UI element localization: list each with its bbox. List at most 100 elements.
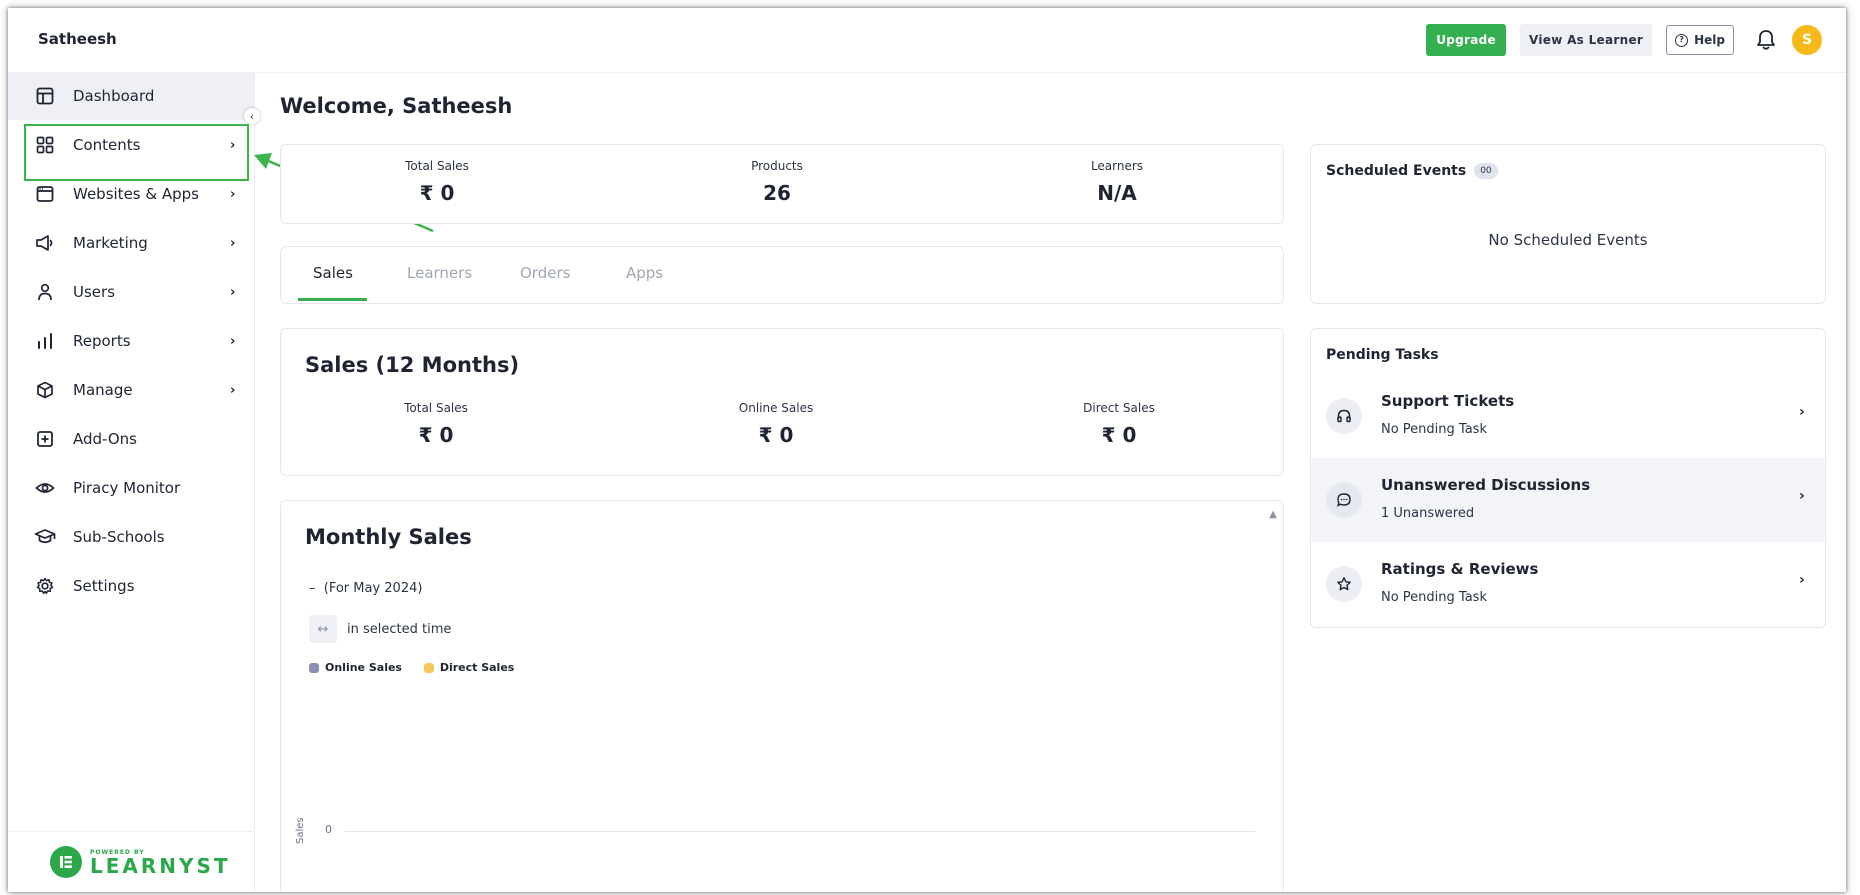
chevron-right-icon: › <box>1799 488 1805 504</box>
browser-window-icon <box>34 183 56 205</box>
stat-label: Products <box>751 159 803 173</box>
collapse-sidebar-button[interactable]: ‹ <box>244 108 260 124</box>
sidebar-item-label: Settings <box>73 577 135 595</box>
pending-tasks-title: Pending Tasks <box>1326 347 1439 363</box>
bar-chart-icon <box>34 330 56 352</box>
chevron-right-icon: › <box>230 235 236 251</box>
task-unanswered-discussions[interactable]: Unanswered Discussions 1 Unanswered › <box>1311 458 1825 542</box>
learnyst-wordmark: LEARNYST <box>90 853 231 878</box>
sidebar-item-settings[interactable]: Settings <box>8 562 254 610</box>
chart-legend: Online Sales Direct Sales <box>309 661 514 674</box>
scroll-up-icon[interactable]: ▲ <box>1269 509 1277 520</box>
page-title: Welcome, Satheesh <box>280 94 513 118</box>
legend-online-sales[interactable]: Online Sales <box>309 661 402 674</box>
sidebar-item-label: Manage <box>73 381 133 399</box>
sidebar-item-label: Add-Ons <box>73 430 137 448</box>
y-axis-label: Sales <box>295 817 306 844</box>
stat-value: ₹ 0 <box>758 423 794 447</box>
help-button[interactable]: ? Help <box>1666 25 1734 55</box>
sidebar: Dashboard Contents › Websites & Apps › M… <box>8 72 255 892</box>
graduation-cap-icon <box>34 526 56 548</box>
task-title: Support Tickets <box>1381 392 1515 410</box>
period-dash: – <box>309 581 316 596</box>
bell-icon[interactable] <box>1754 28 1778 52</box>
star-icon <box>1326 566 1362 602</box>
legend-direct-sales[interactable]: Direct Sales <box>423 661 514 674</box>
view-as-learner-button[interactable]: View As Learner <box>1520 24 1653 56</box>
selected-time-row: ↔ in selected time <box>309 615 451 643</box>
chat-bubble-icon <box>1326 482 1362 518</box>
tabs-bar: Sales Learners Orders Apps <box>280 246 1284 304</box>
question-circle-icon: ? <box>1675 33 1689 47</box>
avatar[interactable]: S <box>1792 25 1822 55</box>
sidebar-item-add-ons[interactable]: Add-Ons <box>8 415 254 463</box>
summary-total-sales: Total Sales ₹ 0 <box>337 159 537 205</box>
stat-label: Online Sales <box>738 401 814 415</box>
sidebar-item-sub-schools[interactable]: Sub-Schools <box>8 513 254 561</box>
stat-label: Total Sales <box>404 401 468 415</box>
tab-learners[interactable]: Learners <box>407 264 472 282</box>
header-actions: Upgrade View As Learner ? Help S <box>1426 24 1822 56</box>
sidebar-item-marketing[interactable]: Marketing › <box>8 219 254 267</box>
cube-icon <box>34 379 56 401</box>
sales-card-title: Sales (12 Months) <box>305 353 520 377</box>
stat-label: Learners <box>1090 159 1144 173</box>
period-label: – (For May 2024) <box>309 581 422 596</box>
sidebar-item-reports[interactable]: Reports › <box>8 317 254 365</box>
sales-12-months-card: Sales (12 Months) Total Sales ₹ 0 Online… <box>280 328 1284 476</box>
monthly-sales-title: Monthly Sales <box>305 525 472 549</box>
help-label: Help <box>1694 33 1725 47</box>
upgrade-button[interactable]: Upgrade <box>1426 24 1506 56</box>
app-window: Satheesh Upgrade View As Learner ? Help … <box>8 8 1846 892</box>
sidebar-item-label: Piracy Monitor <box>73 479 181 497</box>
task-status: 1 Unanswered <box>1381 506 1475 521</box>
learnyst-mark-icon <box>50 846 82 878</box>
events-count-badge: 00 <box>1474 163 1498 179</box>
sidebar-item-label: Marketing <box>73 234 148 252</box>
stat-value: N/A <box>1097 181 1137 205</box>
task-status: No Pending Task <box>1381 590 1487 605</box>
chevron-right-icon: › <box>1799 572 1805 588</box>
dashboard-icon <box>34 85 56 107</box>
sidebar-item-label: Reports <box>73 332 131 350</box>
sidebar-item-dashboard[interactable]: Dashboard <box>8 72 254 120</box>
sidebar-item-manage[interactable]: Manage › <box>8 366 254 414</box>
stat-label: Direct Sales <box>1083 401 1155 415</box>
y-tick-label: 0 <box>325 823 332 836</box>
task-support-tickets[interactable]: Support Tickets No Pending Task › <box>1311 374 1825 458</box>
sales-direct: Direct Sales ₹ 0 <box>1019 401 1219 447</box>
user-icon <box>34 281 56 303</box>
megaphone-icon <box>34 232 56 254</box>
chevron-right-icon: › <box>230 186 236 202</box>
headphones-icon <box>1326 398 1362 434</box>
eye-icon <box>34 477 56 499</box>
active-tab-indicator <box>298 298 367 301</box>
task-status: No Pending Task <box>1381 422 1487 437</box>
task-ratings-reviews[interactable]: Ratings & Reviews No Pending Task › <box>1311 542 1825 626</box>
stat-value: ₹ 0 <box>418 423 454 447</box>
highlight-box <box>24 124 249 181</box>
sidebar-item-piracy-monitor[interactable]: Piracy Monitor <box>8 464 254 512</box>
stat-label: Total Sales <box>405 159 469 173</box>
plus-box-icon <box>34 428 56 450</box>
chevron-right-icon: › <box>230 382 236 398</box>
sidebar-item-label: Websites & Apps <box>73 185 199 203</box>
selected-time-label: in selected time <box>347 621 452 637</box>
sidebar-footer: POWERED BY LEARNYST <box>8 831 254 892</box>
sales-total: Total Sales ₹ 0 <box>336 401 536 447</box>
sidebar-item-users[interactable]: Users › <box>8 268 254 316</box>
events-header: Scheduled Events 00 <box>1326 163 1498 179</box>
summary-learners: Learners N/A <box>1017 159 1217 205</box>
learnyst-logo: POWERED BY LEARNYST <box>50 846 231 878</box>
chevron-right-icon: › <box>1799 404 1805 420</box>
chevron-right-icon: › <box>230 333 236 349</box>
pending-tasks-card: Pending Tasks Support Tickets No Pending… <box>1310 328 1826 628</box>
top-bar: Satheesh Upgrade View As Learner ? Help … <box>8 8 1846 73</box>
tab-orders[interactable]: Orders <box>520 264 570 282</box>
school-name: Satheesh <box>38 30 117 48</box>
task-title: Unanswered Discussions <box>1381 476 1591 494</box>
sales-online: Online Sales ₹ 0 <box>676 401 876 447</box>
tab-sales[interactable]: Sales <box>313 264 353 282</box>
scheduled-events-card: Scheduled Events 00 No Scheduled Events <box>1310 144 1826 304</box>
tab-apps[interactable]: Apps <box>626 264 663 282</box>
